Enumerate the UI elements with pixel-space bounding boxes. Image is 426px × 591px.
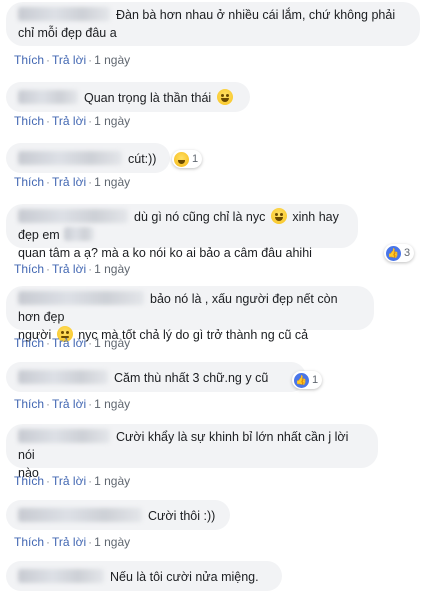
blurred-username[interactable] xyxy=(18,90,78,104)
separator: · xyxy=(46,535,51,549)
like-link[interactable]: Thích xyxy=(14,53,44,67)
timestamp[interactable]: 1 ngày xyxy=(94,262,130,276)
comment-actions: Thích · Trả lời · 1 ngày xyxy=(14,175,130,189)
blurred-username[interactable] xyxy=(18,7,110,21)
comment-text: Nếu là tôi cười nửa miệng. xyxy=(110,570,259,584)
comment-actions: Thích · Trả lời · 1 ngày xyxy=(14,114,130,128)
reply-link[interactable]: Trả lời xyxy=(52,535,86,549)
reply-link[interactable]: Trả lời xyxy=(52,336,86,350)
haha-reaction-icon xyxy=(174,151,189,167)
comment-bubble: Cười thôi :)) xyxy=(6,500,230,530)
like-link[interactable]: Thích xyxy=(14,114,44,128)
comment-actions: Thích · Trả lời · 1 ngày xyxy=(14,474,130,488)
comment-text: Cười thôi :)) xyxy=(148,509,216,523)
comment-bubble: Nếu là tôi cười nửa miệng. xyxy=(6,561,282,591)
separator: · xyxy=(88,397,93,411)
separator: · xyxy=(46,336,51,350)
blurred-mention[interactable] xyxy=(63,227,94,241)
like-link[interactable]: Thích xyxy=(14,535,44,549)
comment-actions: Thích · Trả lời · 1 ngày xyxy=(14,336,130,350)
comment-actions: Thích · Trả lời · 1 ngày xyxy=(14,53,130,67)
comment-text: Quan trọng là thần thái xyxy=(84,91,212,105)
timestamp[interactable]: 1 ngày xyxy=(94,474,130,488)
reaction-summary[interactable]: 👍 3 xyxy=(384,244,415,262)
separator: · xyxy=(46,175,51,189)
timestamp[interactable]: 1 ngày xyxy=(94,175,130,189)
comment-text: Đàn bà hơn nhau ở nhiều cái lắm, chứ khô… xyxy=(116,8,396,22)
separator: · xyxy=(88,53,93,67)
timestamp[interactable]: 1 ngày xyxy=(94,397,130,411)
comment-text: Căm thù nhất 3 chữ.ng y cũ xyxy=(114,371,269,385)
blurred-username[interactable] xyxy=(18,209,128,223)
reply-link[interactable]: Trả lời xyxy=(52,474,86,488)
separator: · xyxy=(46,114,51,128)
separator: · xyxy=(88,114,93,128)
timestamp[interactable]: 1 ngày xyxy=(94,336,130,350)
reply-link[interactable]: Trả lời xyxy=(52,262,86,276)
like-link[interactable]: Thích xyxy=(14,397,44,411)
comment-actions: Thích · Trả lời · 1 ngày xyxy=(14,535,130,549)
blurred-username[interactable] xyxy=(18,370,108,384)
like-reaction-icon: 👍 xyxy=(386,245,401,261)
blurred-username[interactable] xyxy=(18,291,144,305)
separator: · xyxy=(46,397,51,411)
comment-actions: Thích · Trả lời · 1 ngày xyxy=(14,262,130,276)
blurred-username[interactable] xyxy=(18,508,142,522)
reaction-count: 1 xyxy=(192,153,199,165)
comment-bubble: bảo nó là , xấu người đẹp nết còn hơn đẹ… xyxy=(6,286,374,342)
like-reaction-icon: 👍 xyxy=(294,372,309,388)
separator: · xyxy=(88,262,93,276)
laughing-emoji-icon xyxy=(216,89,233,105)
comment-bubble: Đàn bà hơn nhau ở nhiều cái lắm, chứ khô… xyxy=(6,2,420,46)
comment-text: chỉ mỗi đẹp đâu a xyxy=(18,26,117,40)
timestamp[interactable]: 1 ngày xyxy=(94,535,130,549)
comment-bubble: cút:)) xyxy=(6,143,170,173)
separator: · xyxy=(88,474,93,488)
reaction-summary[interactable]: 👍 1 xyxy=(292,371,323,389)
comment-bubble: Quan trọng là thần thái xyxy=(6,82,250,112)
reply-link[interactable]: Trả lời xyxy=(52,397,86,411)
separator: · xyxy=(46,53,51,67)
comment-text: dù gì nó cũng chỉ là nyc xyxy=(134,210,266,224)
reaction-count: 3 xyxy=(404,247,411,259)
like-link[interactable]: Thích xyxy=(14,175,44,189)
reaction-summary[interactable]: 1 xyxy=(172,150,203,168)
reaction-count: 1 xyxy=(312,374,319,386)
reply-link[interactable]: Trả lời xyxy=(52,175,86,189)
separator: · xyxy=(46,262,51,276)
like-link[interactable]: Thích xyxy=(14,474,44,488)
like-link[interactable]: Thích xyxy=(14,262,44,276)
timestamp[interactable]: 1 ngày xyxy=(94,53,130,67)
separator: · xyxy=(88,535,93,549)
blurred-username[interactable] xyxy=(18,429,110,443)
comment-text: quan tâm a ạ? mà a ko nói ko ai bảo a câ… xyxy=(18,246,312,260)
blurred-username[interactable] xyxy=(18,569,104,583)
separator: · xyxy=(88,175,93,189)
separator: · xyxy=(46,474,51,488)
reply-link[interactable]: Trả lời xyxy=(52,114,86,128)
reply-link[interactable]: Trả lời xyxy=(52,53,86,67)
separator: · xyxy=(88,336,93,350)
laughing-emoji-icon xyxy=(270,208,287,224)
comment-bubble: dù gì nó cũng chỉ là nyc xinh hay đẹp em… xyxy=(6,204,358,260)
comment-text: cút:)) xyxy=(128,152,157,166)
blurred-username[interactable] xyxy=(18,151,122,165)
timestamp[interactable]: 1 ngày xyxy=(94,114,130,128)
comment-actions: Thích · Trả lời · 1 ngày xyxy=(14,397,130,411)
comment-bubble: Cười khẩy là sự khinh bỉ lớn nhất cần j … xyxy=(6,424,378,480)
comment-bubble: Căm thù nhất 3 chữ.ng y cũ xyxy=(6,362,306,392)
like-link[interactable]: Thích xyxy=(14,336,44,350)
